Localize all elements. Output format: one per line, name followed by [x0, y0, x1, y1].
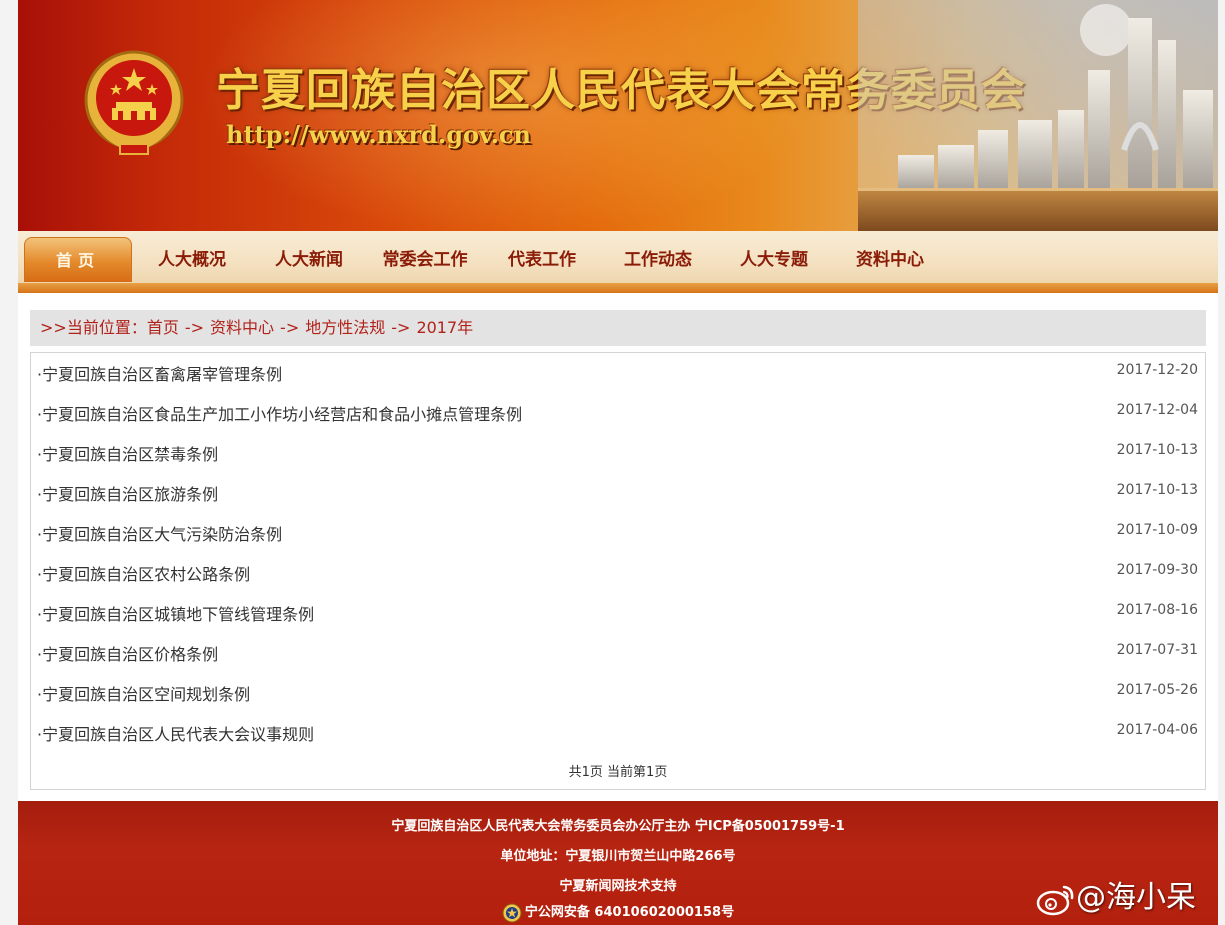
list-item-title[interactable]: ·宁夏回族自治区人民代表大会议事规则 — [37, 721, 314, 745]
list-item-date: 2017-07-31 — [1116, 642, 1198, 658]
list-item-title[interactable]: ·宁夏回族自治区畜禽屠宰管理条例 — [37, 361, 282, 385]
list-item: ·宁夏回族自治区城镇地下管线管理条例 2017-08-16 — [31, 593, 1205, 633]
nav-item-home[interactable]: 首页 — [24, 237, 132, 282]
list-item: ·宁夏回族自治区旅游条例 2017-10-13 — [31, 473, 1205, 513]
list-item-title[interactable]: ·宁夏回族自治区旅游条例 — [37, 481, 218, 505]
breadcrumb-separator: -> — [391, 318, 411, 337]
list-item-date: 2017-09-30 — [1116, 562, 1198, 578]
list-item: ·宁夏回族自治区大气污染防治条例 2017-10-09 — [31, 513, 1205, 553]
list-item-date: 2017-04-06 — [1116, 722, 1198, 738]
nav-item-overview[interactable]: 人大概况 — [142, 237, 242, 281]
nav-item-resource-center[interactable]: 资料中心 — [840, 237, 940, 281]
list-item: ·宁夏回族自治区农村公路条例 2017-09-30 — [31, 553, 1205, 593]
list-item-title[interactable]: ·宁夏回族自治区食品生产加工小作坊小经营店和食品小摊点管理条例 — [37, 401, 522, 425]
weibo-watermark: @海小呆 — [1036, 872, 1196, 916]
breadcrumb-local-regulations[interactable]: 地方性法规 — [305, 318, 385, 337]
list-item-title[interactable]: ·宁夏回族自治区农村公路条例 — [37, 561, 250, 585]
main-nav: 首页 人大概况 人大新闻 常委会工作 代表工作 工作动态 人大专题 资料中心 — [18, 231, 1218, 293]
list-item: ·宁夏回族自治区价格条例 2017-07-31 — [31, 633, 1205, 673]
breadcrumb-resource-center[interactable]: 资料中心 — [210, 318, 274, 337]
police-badge-icon — [502, 903, 522, 922]
list-item: ·宁夏回族自治区禁毒条例 2017-10-13 — [31, 433, 1205, 473]
breadcrumb-separator: -> — [280, 318, 300, 337]
list-item-title[interactable]: ·宁夏回族自治区空间规划条例 — [37, 681, 250, 705]
list-item: ·宁夏回族自治区空间规划条例 2017-05-26 — [31, 673, 1205, 713]
site-url: http://www.nxrd.gov.cn — [226, 120, 531, 149]
list-item-date: 2017-05-26 — [1116, 682, 1198, 698]
list-item-title[interactable]: ·宁夏回族自治区大气污染防治条例 — [37, 521, 282, 545]
footer-sponsor: 宁夏回族自治区人民代表大会常务委员会办公厅主办 宁ICP备05001759号-1 — [391, 819, 845, 834]
list-item-date: 2017-12-04 — [1116, 402, 1198, 418]
nav-item-news[interactable]: 人大新闻 — [259, 237, 359, 281]
nav-item-topics[interactable]: 人大专题 — [724, 237, 824, 281]
nav-item-standing-committee[interactable]: 常委会工作 — [372, 237, 478, 281]
footer-address: 单位地址：宁夏银川市贺兰山中路266号 — [500, 849, 736, 864]
list-item-title[interactable]: ·宁夏回族自治区城镇地下管线管理条例 — [37, 601, 314, 625]
breadcrumb-home[interactable]: 首页 — [147, 318, 179, 337]
breadcrumb-separator: -> — [184, 318, 205, 337]
list-item-date: 2017-12-20 — [1116, 362, 1198, 378]
page: 宁夏回族自治区人民代表大会常务委员会 http://www.nxrd.gov.c… — [18, 0, 1218, 925]
list-item: ·宁夏回族自治区食品生产加工小作坊小经营店和食品小摊点管理条例 2017-12-… — [31, 393, 1205, 433]
list-item: ·宁夏回族自治区畜禽屠宰管理条例 2017-12-20 — [31, 353, 1205, 393]
list-item-title[interactable]: ·宁夏回族自治区禁毒条例 — [37, 441, 218, 465]
nav-item-work-updates[interactable]: 工作动态 — [608, 237, 708, 281]
list-item-date: 2017-10-13 — [1116, 482, 1198, 498]
list-item-date: 2017-10-13 — [1116, 442, 1198, 458]
nav-item-deputy-work[interactable]: 代表工作 — [492, 237, 592, 281]
list-item-date: 2017-08-16 — [1116, 602, 1198, 618]
weibo-icon — [1036, 885, 1074, 915]
footer-police-record-text: 宁公网安备 64010602000158号 — [524, 905, 735, 920]
city-skyline-image — [858, 0, 1218, 231]
breadcrumb-prefix: >>当前位置： — [40, 318, 147, 337]
list-item-title[interactable]: ·宁夏回族自治区价格条例 — [37, 641, 218, 665]
watermark-text: @海小呆 — [1076, 880, 1196, 915]
list-item: ·宁夏回族自治区人民代表大会议事规则 2017-04-06 — [31, 713, 1205, 753]
pagination-info: 共1页 当前第1页 — [568, 765, 668, 780]
breadcrumb-year[interactable]: 2017年 — [416, 318, 473, 337]
national-emblem-icon — [84, 50, 184, 155]
regulation-list: ·宁夏回族自治区畜禽屠宰管理条例 2017-12-20 ·宁夏回族自治区食品生产… — [30, 352, 1206, 790]
list-item-date: 2017-10-09 — [1116, 522, 1198, 538]
breadcrumb: >>当前位置：首页 -> 资料中心 -> 地方性法规 -> 2017年 — [30, 310, 1206, 346]
site-banner: 宁夏回族自治区人民代表大会常务委员会 http://www.nxrd.gov.c… — [18, 0, 1218, 231]
